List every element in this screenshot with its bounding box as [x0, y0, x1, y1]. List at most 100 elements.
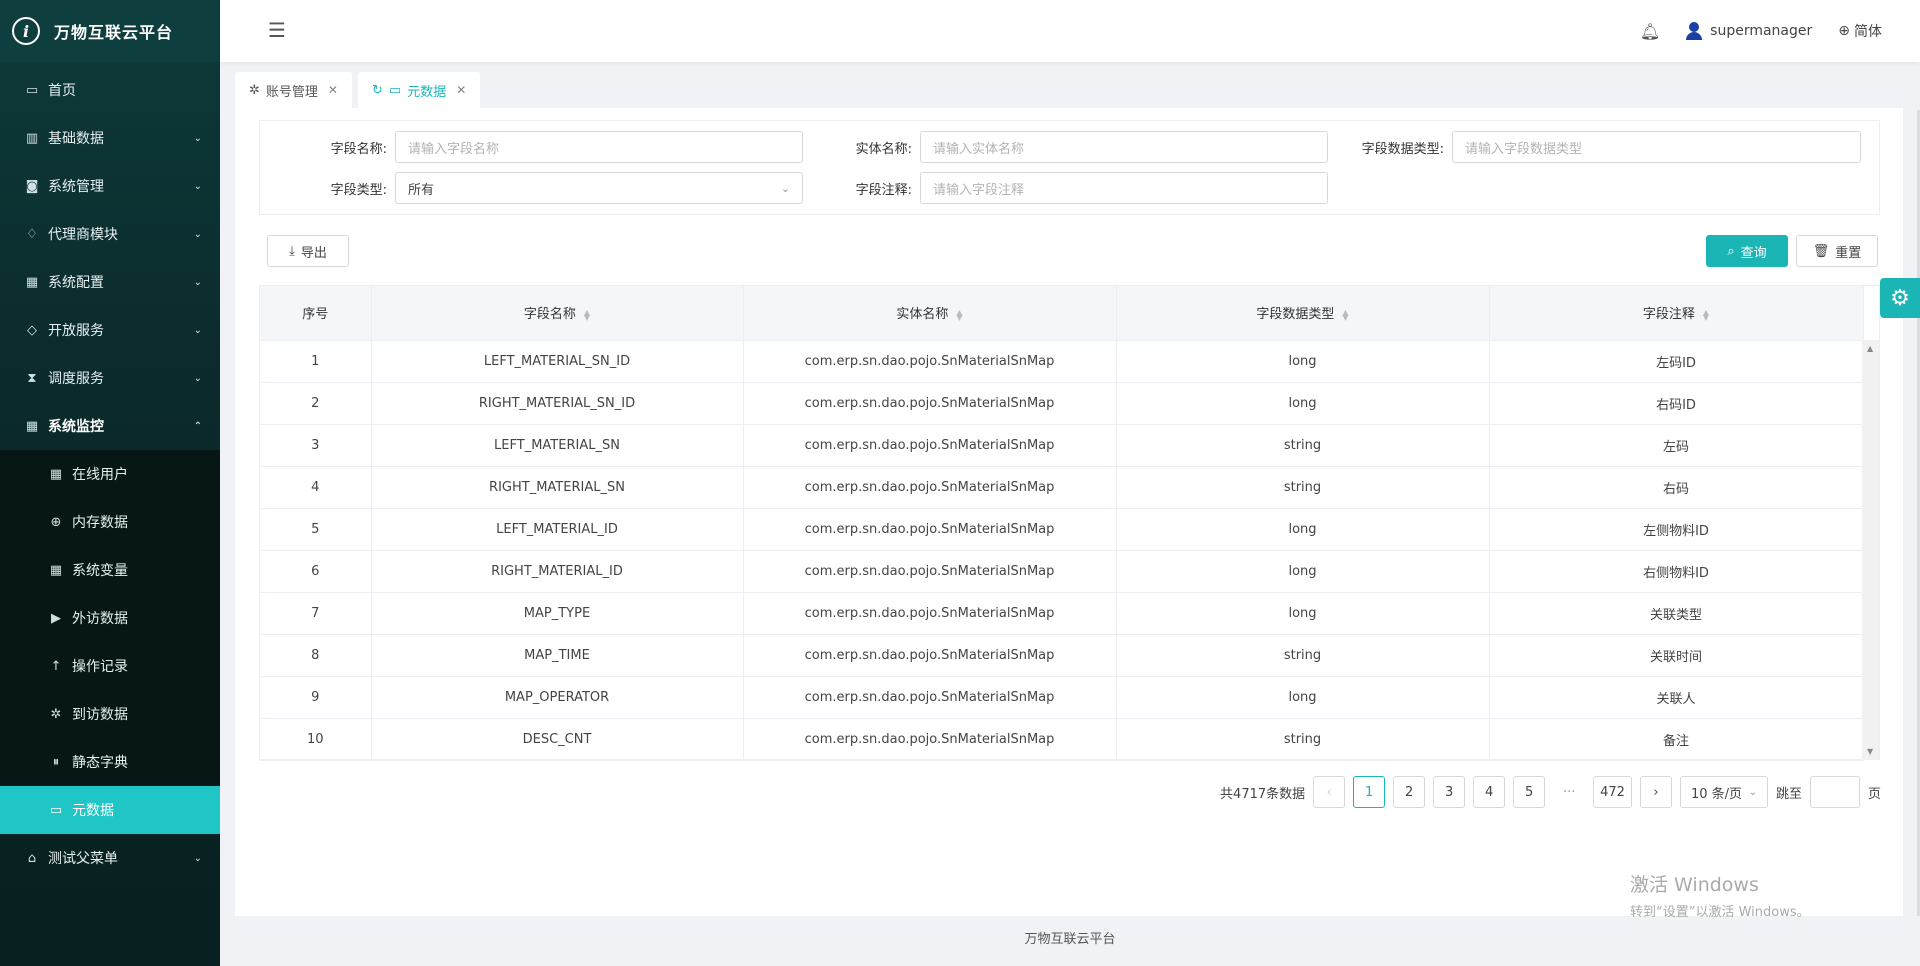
- refresh-icon[interactable]: ↻: [372, 83, 383, 98]
- page-button[interactable]: 4: [1473, 776, 1506, 808]
- sidebar-item-system-management[interactable]: ◙ 系统管理 ⌄: [0, 162, 220, 210]
- sidebar-item-metadata[interactable]: ▭ 元数据: [0, 786, 220, 834]
- sidebar-item-static-dictionary[interactable]: ⏸ 静态字典: [0, 738, 220, 786]
- comment-input[interactable]: 请输入字段注释: [920, 172, 1328, 204]
- laptop-icon: ▭: [49, 802, 63, 818]
- page-button[interactable]: 2: [1393, 776, 1426, 808]
- column-header-field-name[interactable]: 字段名称 ▲ ▼: [371, 286, 744, 341]
- sidebar-item-operation-log[interactable]: ↑ 操作记录: [0, 642, 220, 690]
- sidebar-item-test-parent-menu[interactable]: ⌂ 测试父菜单 ⌄: [0, 834, 220, 882]
- pause-circle-icon: ⏸: [52, 754, 60, 770]
- bank-icon: ⌂: [27, 850, 37, 866]
- bell-icon[interactable]: 🔔︎: [1640, 22, 1660, 41]
- cell-comment: 左侧物料ID: [1489, 508, 1864, 551]
- sidebar-item-memory-data[interactable]: ⊕ 内存数据: [0, 498, 220, 546]
- page-button[interactable]: 5: [1513, 776, 1546, 808]
- grid-icon: ▦: [25, 418, 39, 434]
- sidebar-item-system-config[interactable]: ▦ 系统配置 ⌄: [0, 258, 220, 306]
- sort-icon[interactable]: ▲ ▼: [1342, 308, 1348, 321]
- entity-name-input[interactable]: 请输入实体名称: [920, 131, 1328, 163]
- cell-entity-name: com.erp.sn.dao.pojo.SnMaterialSnMap: [743, 424, 1117, 467]
- scroll-up-icon[interactable]: ▲: [1867, 344, 1873, 353]
- sidebar-item-basic-data[interactable]: ▥ 基础数据 ⌄: [0, 114, 220, 162]
- table-scrollbar[interactable]: ▲ ▼: [1862, 340, 1879, 760]
- table-row[interactable]: 8 MAP_TIME com.erp.sn.dao.pojo.SnMaterialS…: [260, 634, 1864, 677]
- sort-icon[interactable]: ▲ ▼: [1703, 308, 1709, 321]
- sidebar-item-system-monitor[interactable]: ▦ 系统监控 ⌃: [0, 402, 220, 450]
- field-name-input[interactable]: 请输入字段名称: [395, 131, 803, 163]
- camera-icon: ◙: [25, 178, 39, 194]
- table-row[interactable]: 5 LEFT_MATERIAL_ID com.erp.sn.dao.pojo.SnM…: [260, 508, 1864, 551]
- page-ellipsis[interactable]: ···: [1553, 785, 1585, 800]
- cell-field-name: RIGHT_MATERIAL_ID: [371, 550, 744, 593]
- sidebar-item-visit-data[interactable]: ✲ 到访数据: [0, 690, 220, 738]
- sidebar-item-system-variables[interactable]: ▦ 系统变量: [0, 546, 220, 594]
- next-page-button[interactable]: ›: [1639, 776, 1672, 808]
- sidebar-item-open-service[interactable]: ◇ 开放服务 ⌄: [0, 306, 220, 354]
- cell-data-type: string: [1116, 634, 1490, 677]
- watermark-line2: 转到“设置”以激活 Windows。: [1630, 905, 1810, 920]
- sidebar-item-label: 操作记录: [72, 659, 128, 675]
- sort-icon[interactable]: ▲ ▼: [584, 308, 590, 321]
- username: supermanager: [1710, 23, 1813, 39]
- field-type-label: 字段类型:: [330, 182, 387, 198]
- table-row[interactable]: 9 MAP_OPERATOR com.erp.sn.dao.pojo.SnMater…: [260, 676, 1864, 719]
- last-page-button[interactable]: 472: [1593, 776, 1632, 808]
- page-size-value: 10 条/页: [1690, 786, 1743, 802]
- table-row[interactable]: 3 LEFT_MATERIAL_SN com.erp.sn.dao.pojo.SnM…: [260, 424, 1864, 467]
- prev-page-button[interactable]: ‹: [1313, 776, 1346, 808]
- jump-page-input[interactable]: [1809, 776, 1860, 808]
- logo[interactable]: i 万物互联云平台: [0, 0, 220, 62]
- cell-data-type: long: [1116, 550, 1490, 593]
- sidebar-item-label: 调度服务: [48, 371, 104, 387]
- page-size-select[interactable]: 10 条/页 ⌄: [1679, 776, 1768, 808]
- table-row[interactable]: 10 DESC_CNT com.erp.sn.dao.pojo.SnMaterial…: [260, 718, 1864, 761]
- table-row[interactable]: 4 RIGHT_MATERIAL_SN com.erp.sn.dao.pojo.Sn…: [260, 466, 1864, 509]
- table-row[interactable]: 1 LEFT_MATERIAL_SN_ID com.erp.sn.dao.pojo.…: [260, 340, 1864, 383]
- page-button[interactable]: 1: [1353, 776, 1386, 808]
- sidebar-item-agent-module[interactable]: ♢ 代理商模块 ⌄: [0, 210, 220, 258]
- cell-field-name: MAP_TIME: [371, 634, 744, 677]
- reset-button[interactable]: 🗑︎ 重置: [1796, 235, 1878, 267]
- sidebar-item-label: 元数据: [72, 803, 114, 819]
- sidebar-item-online-users[interactable]: ▦ 在线用户: [0, 450, 220, 498]
- language-switcher[interactable]: ⊕ 简体: [1838, 21, 1882, 41]
- data-type-input[interactable]: 请输入字段数据类型: [1452, 131, 1861, 163]
- chevron-up-icon: ⌃: [193, 420, 202, 432]
- cell-comment: 右码: [1489, 466, 1864, 509]
- cell-data-type: long: [1116, 592, 1490, 635]
- menu-fold-icon[interactable]: ☰: [268, 18, 286, 42]
- cell-index: 1: [260, 340, 372, 383]
- field-type-select[interactable]: 所有 ⌄: [395, 172, 803, 204]
- cell-index: 6: [260, 550, 372, 593]
- chevron-down-icon: ⌄: [193, 276, 202, 288]
- cell-data-type: long: [1116, 382, 1490, 425]
- settings-gear-icon[interactable]: ⚙: [1880, 278, 1920, 318]
- chevron-down-icon: ⌄: [780, 181, 790, 195]
- sidebar-item-outbound-data[interactable]: ▶ 外访数据: [0, 594, 220, 642]
- cell-comment: 左码: [1489, 424, 1864, 467]
- windows-activation-watermark: 激活 Windows 转到“设置”以激活 Windows。: [1630, 870, 1810, 920]
- scroll-down-icon[interactable]: ▼: [1867, 747, 1873, 756]
- export-button[interactable]: ⤓ 导出: [267, 235, 349, 267]
- tab-metadata[interactable]: ↻ ▭ 元数据 ✕: [357, 72, 481, 108]
- page-button[interactable]: 3: [1433, 776, 1466, 808]
- table-row[interactable]: 7 MAP_TYPE com.erp.sn.dao.pojo.SnMaterialS…: [260, 592, 1864, 635]
- column-header-comment[interactable]: 字段注释 ▲ ▼: [1489, 286, 1864, 341]
- chevron-down-icon: ⌄: [1748, 786, 1757, 798]
- user-menu[interactable]: supermanager: [1686, 22, 1812, 40]
- calendar-icon: ▭: [25, 82, 39, 98]
- close-icon[interactable]: ✕: [456, 83, 466, 97]
- table-row[interactable]: 2 RIGHT_MATERIAL_SN_ID com.erp.sn.dao.pojo…: [260, 382, 1864, 425]
- column-header-entity-name[interactable]: 实体名称 ▲ ▼: [743, 286, 1117, 341]
- sort-icon[interactable]: ▲ ▼: [956, 308, 962, 321]
- sidebar-item-scheduler[interactable]: ⧗ 调度服务 ⌄: [0, 354, 220, 402]
- sidebar-item-home[interactable]: ▭ 首页: [0, 66, 220, 114]
- tab-account-management[interactable]: ✲ 账号管理 ✕: [235, 72, 352, 108]
- table-row[interactable]: 6 RIGHT_MATERIAL_ID com.erp.sn.dao.pojo.Sn…: [260, 550, 1864, 593]
- close-icon[interactable]: ✕: [328, 83, 338, 97]
- column-header-data-type[interactable]: 字段数据类型 ▲ ▼: [1116, 286, 1490, 341]
- sidebar-item-label: 系统变量: [72, 563, 128, 579]
- user-icon: [1686, 22, 1703, 40]
- query-button[interactable]: ⌕ 查询: [1706, 235, 1788, 267]
